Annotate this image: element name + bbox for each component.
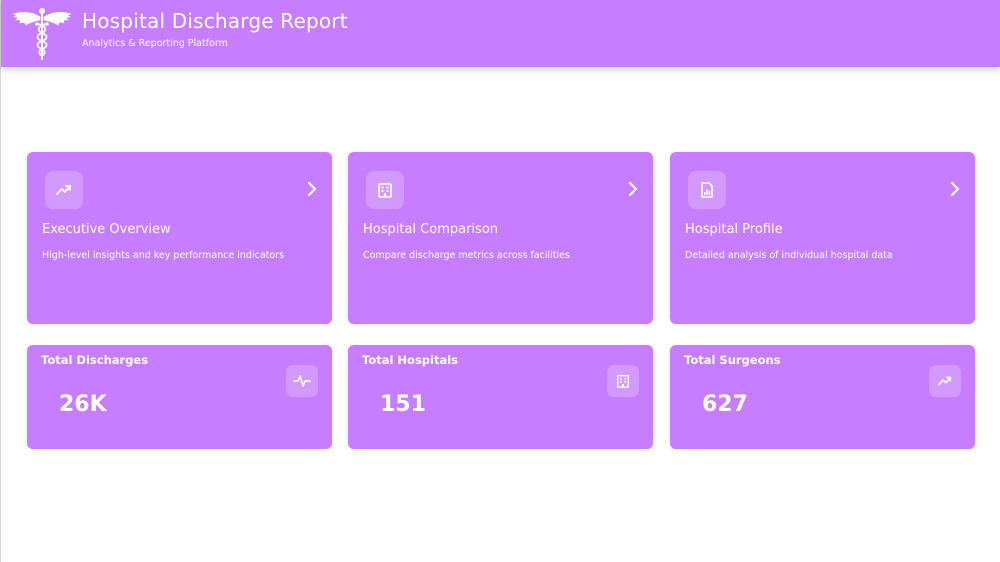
nav-card-hospital-comparison[interactable]: Hospital Comparison Compare discharge me… <box>348 152 653 324</box>
stat-label: Total Surgeons <box>684 353 781 367</box>
chevron-right-icon <box>307 181 317 197</box>
stat-value: 627 <box>702 392 748 417</box>
trending-up-icon <box>929 365 961 397</box>
stat-card-total-surgeons: Total Surgeons 627 <box>670 345 975 449</box>
trending-up-icon <box>45 171 83 209</box>
stat-label: Total Discharges <box>41 353 149 367</box>
nav-card-title: Executive Overview <box>42 222 171 237</box>
caduceus-icon <box>12 8 72 60</box>
document-chart-icon <box>688 171 726 209</box>
stat-card-total-hospitals: Total Hospitals 151 <box>348 345 653 449</box>
nav-card-executive-overview[interactable]: Executive Overview High-level insights a… <box>27 152 332 324</box>
page-title: Hospital Discharge Report <box>82 9 348 33</box>
hospital-building-icon <box>607 365 639 397</box>
nav-card-description: Compare discharge metrics across facilit… <box>363 250 570 261</box>
nav-card-title: Hospital Profile <box>685 222 783 237</box>
page-subtitle: Analytics & Reporting Platform <box>82 38 228 49</box>
nav-card-title: Hospital Comparison <box>363 222 499 237</box>
hospital-building-icon <box>366 171 404 209</box>
app-header: Hospital Discharge Report Analytics & Re… <box>1 0 1000 67</box>
chevron-right-icon <box>950 181 960 197</box>
stat-value: 151 <box>380 392 426 417</box>
stat-value: 26K <box>59 392 107 417</box>
app-frame: Hospital Discharge Report Analytics & Re… <box>0 0 1000 562</box>
nav-card-description: Detailed analysis of individual hospital… <box>685 250 893 261</box>
activity-pulse-icon <box>286 365 318 397</box>
stat-label: Total Hospitals <box>362 353 459 367</box>
stat-card-total-discharges: Total Discharges 26K <box>27 345 332 449</box>
nav-card-description: High-level insights and key performance … <box>42 250 285 261</box>
nav-card-hospital-profile[interactable]: Hospital Profile Detailed analysis of in… <box>670 152 975 324</box>
chevron-right-icon <box>628 181 638 197</box>
